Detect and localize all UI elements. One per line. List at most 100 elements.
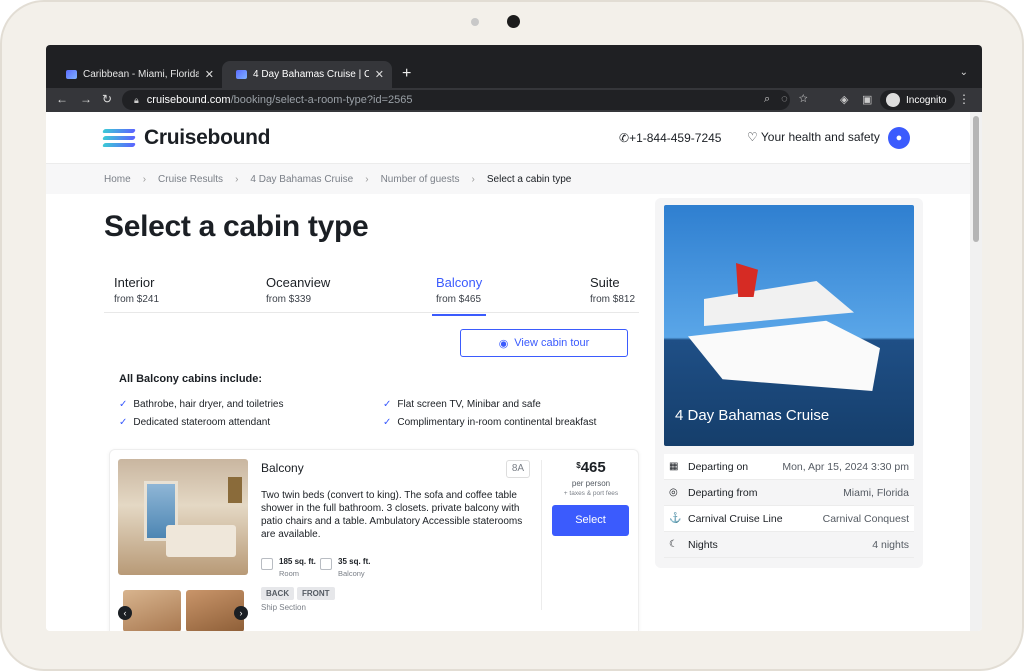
ship-image: 4 Day Bahamas Cruise: [664, 205, 914, 446]
browser-tab[interactable]: Caribbean - Miami, Florida | Cru ✕: [52, 61, 222, 88]
room-code-badge: 8A: [506, 460, 530, 478]
detail-label: Departing on: [688, 460, 749, 473]
zoom-icon[interactable]: ⌕: [764, 93, 781, 105]
breadcrumb-results[interactable]: Cruise Results: [158, 174, 223, 185]
pin-icon: ◎: [669, 487, 678, 498]
close-icon[interactable]: ✕: [205, 68, 214, 81]
spec-value: 185 sq. ft.: [279, 557, 316, 566]
currency-symbol: $: [576, 461, 581, 470]
spec-label: Room: [279, 569, 300, 578]
section-badge-front: FRONT: [297, 587, 335, 600]
check-icon: ✓: [119, 417, 128, 428]
chevron-right-icon: ›: [365, 173, 369, 185]
tab-title: Caribbean - Miami, Florida | Cru: [83, 69, 199, 80]
tablet-frame: Caribbean - Miami, Florida | Cru ✕ 4 Day…: [0, 0, 1024, 671]
room-card: ‹ › Balcony 8A Two twin beds (convert to…: [109, 449, 639, 631]
chevron-down-icon[interactable]: ⌄: [960, 67, 968, 78]
address-bar: ← → ↻ 🔒︎ cruisebound.com/booking/select-…: [46, 88, 982, 112]
detail-row: ▦ Departing on Mon, Apr 15, 2024 3:30 pm: [664, 454, 914, 480]
feature-item: ✓ Flat screen TV, Minibar and safe: [383, 399, 541, 410]
check-icon: ✓: [119, 399, 128, 410]
feature-text: Complimentary in-room continental breakf…: [397, 417, 597, 428]
url-host: cruisebound.com: [146, 94, 231, 106]
chevron-right-icon: ›: [142, 173, 147, 185]
room-size-spec: 185 sq. ft. Room: [261, 557, 316, 578]
breadcrumb-cruise[interactable]: 4 Day Bahamas Cruise: [250, 174, 353, 185]
user-icon[interactable]: ●: [888, 127, 910, 149]
phone-icon: ✆: [619, 131, 630, 145]
tab-balcony[interactable]: Balcony from $465: [431, 275, 487, 316]
tab-label: Suite: [590, 275, 620, 290]
detail-label: Nights: [688, 538, 718, 551]
phone-number: +1-844-459-7245: [629, 131, 722, 145]
select-button[interactable]: Select: [552, 505, 629, 536]
ship-section-label: Ship Section: [261, 603, 306, 612]
room-size-icon: [261, 558, 273, 570]
url-path: /booking/select-a-room-type?id=2565: [230, 94, 413, 106]
url-field[interactable]: 🔒︎ cruisebound.com/booking/select-a-room…: [122, 90, 790, 110]
sidepanel-icon[interactable]: ▣: [862, 93, 872, 106]
trip-details: ▦ Departing on Mon, Apr 15, 2024 3:30 pm…: [664, 454, 914, 558]
logo-icon: [102, 128, 136, 148]
reload-icon[interactable]: ↻: [102, 92, 112, 106]
incognito-badge[interactable]: Incognito: [880, 90, 955, 110]
eye-off-icon[interactable]: ◌: [781, 93, 799, 105]
tab-price: from $339: [266, 294, 312, 305]
more-icon[interactable]: ⋮: [958, 92, 970, 106]
back-icon[interactable]: ←: [56, 92, 68, 106]
cabin-type-tabs: Interior from $241 Oceanview from $339 B…: [104, 267, 639, 316]
room-description: Two twin beds (convert to king). The sof…: [261, 490, 523, 540]
favicon-icon: [66, 70, 77, 79]
logo[interactable]: Cruisebound: [102, 126, 271, 150]
view-cabin-tour-button[interactable]: ◉ View cabin tour: [460, 329, 628, 357]
tab-oceanview[interactable]: Oceanview from $339: [266, 275, 330, 305]
detail-value: Mon, Apr 15, 2024 3:30 pm: [782, 460, 909, 473]
chevron-right-icon[interactable]: ›: [234, 606, 248, 620]
chevron-right-icon: ›: [235, 173, 239, 185]
spec-value: 35 sq. ft.: [338, 557, 371, 566]
tab-title: 4 Day Bahamas Cruise | Cruise: [253, 69, 369, 80]
scrollbar-thumb[interactable]: [973, 116, 979, 242]
calendar-icon: ▦: [669, 461, 679, 472]
detail-value: Miami, Florida: [843, 486, 909, 499]
forward-icon[interactable]: →: [80, 92, 92, 106]
breadcrumb-home[interactable]: Home: [104, 174, 131, 185]
tab-price: from $812: [590, 294, 636, 305]
photo-carousel: ‹ ›: [118, 590, 248, 631]
tab-interior[interactable]: Interior from $241: [114, 275, 159, 305]
check-icon: ✓: [383, 399, 392, 410]
browser-tab-bar: Caribbean - Miami, Florida | Cru ✕ 4 Day…: [46, 45, 982, 88]
room-title: Balcony: [261, 461, 304, 475]
room-photo[interactable]: [118, 459, 248, 575]
tab-label: Interior: [114, 275, 155, 290]
feature-item: ✓ Dedicated stateroom attendant: [119, 417, 270, 428]
balcony-size-spec: 35 sq. ft. Balcony: [320, 557, 370, 578]
extension-icon[interactable]: ◈: [840, 93, 848, 106]
tour-label: View cabin tour: [514, 337, 590, 349]
detail-label: Carnival Cruise Line: [688, 512, 783, 525]
breadcrumb-current: Select a cabin type: [486, 173, 572, 185]
breadcrumb-guests[interactable]: Number of guests: [381, 174, 460, 185]
detail-label: Departing from: [688, 486, 758, 499]
tab-label: Balcony: [436, 275, 483, 290]
camera: [507, 15, 520, 28]
chevron-left-icon[interactable]: ‹: [118, 606, 132, 620]
phone-link[interactable]: ✆+1-844-459-7245: [619, 131, 721, 145]
star-icon[interactable]: ☆: [799, 93, 819, 105]
check-icon: ✓: [383, 417, 392, 428]
new-tab-icon[interactable]: +: [402, 65, 411, 83]
feature-text: Bathrobe, hair dryer, and toiletries: [133, 399, 284, 410]
screen: Caribbean - Miami, Florida | Cru ✕ 4 Day…: [46, 45, 982, 631]
scrollbar[interactable]: [970, 112, 982, 631]
address-actions[interactable]: ⌕◌☆: [764, 93, 819, 106]
tab-suite[interactable]: Suite from $812: [590, 275, 635, 305]
detail-row: ⚓ Carnival Cruise Line Carnival Conquest: [664, 506, 914, 532]
anchor-icon: ⚓: [669, 513, 682, 524]
health-link[interactable]: ♡ Your health and safety: [747, 130, 880, 144]
browser-tab-active[interactable]: 4 Day Bahamas Cruise | Cruise ✕: [222, 61, 392, 88]
trip-summary: 4 Day Bahamas Cruise ▦ Departing on Mon,…: [655, 198, 923, 568]
close-icon[interactable]: ✕: [375, 68, 384, 81]
includes-title: All Balcony cabins include:: [119, 373, 263, 385]
sensor-dot: [471, 18, 479, 26]
feature-text: Dedicated stateroom attendant: [133, 417, 271, 428]
